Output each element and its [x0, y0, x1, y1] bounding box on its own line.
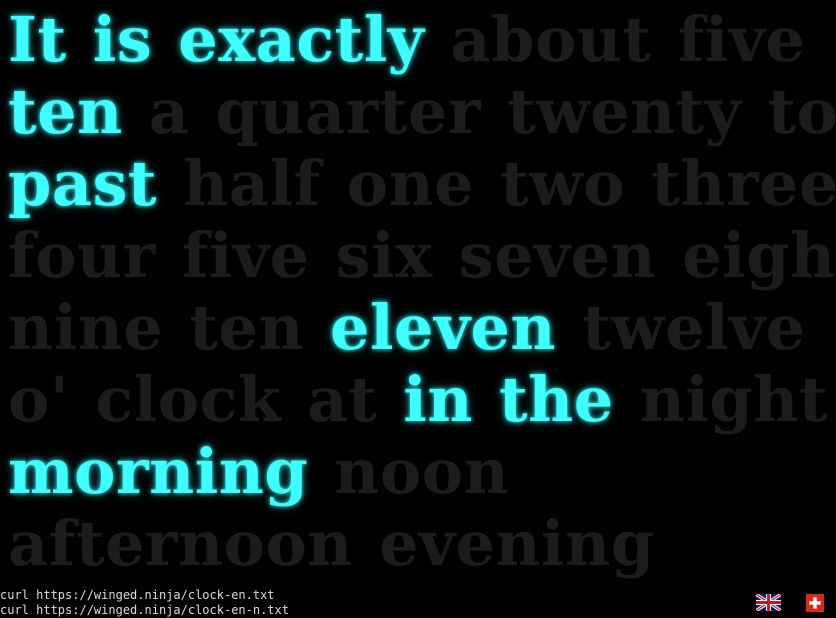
clock-word: six — [335, 219, 433, 292]
clock-word: seven — [458, 219, 657, 292]
clock-word: about — [450, 3, 652, 76]
clock-word: one — [346, 147, 475, 220]
clock-word-active: eleven — [330, 291, 557, 364]
clock-word-active: It is exactly — [8, 3, 425, 76]
uk-flag-icon[interactable] — [755, 592, 782, 616]
clock-word: two — [500, 147, 626, 220]
clock-word: nine — [8, 291, 164, 364]
clock-line: o' clock at in the night — [8, 364, 834, 436]
clock-line: morning noon — [8, 436, 834, 508]
clock-word: evening — [379, 507, 655, 580]
swiss-flag-icon[interactable] — [806, 594, 824, 617]
clock-line: afternoon evening — [8, 508, 834, 580]
clock-word: noon — [334, 435, 510, 508]
clock-line: ten a quarter twenty to — [8, 75, 836, 148]
clock-line: past half one two three — [8, 147, 836, 220]
clock-word-active: ten — [8, 75, 123, 148]
clock-word: at — [307, 363, 378, 436]
word-clock: It is exactly about five ten a quarter tw… — [8, 4, 836, 580]
clock-line: nine ten eleven twelve — [8, 292, 834, 364]
clock-word: afternoon — [8, 507, 353, 580]
clock-word-active: morning — [8, 435, 309, 508]
clock-word: four — [8, 219, 156, 292]
clock-word: night — [639, 363, 828, 436]
clock-word: o' clock — [8, 363, 282, 436]
clock-word: ten — [189, 291, 304, 364]
clock-word: three — [651, 147, 836, 220]
clock-word: half — [183, 147, 321, 220]
language-switcher — [0, 592, 836, 617]
clock-word: eight — [682, 219, 836, 292]
clock-word-active: past — [8, 147, 158, 220]
clock-line: It is exactly about five — [8, 4, 834, 76]
clock-word: five — [181, 219, 310, 292]
clock-word: twenty — [507, 75, 742, 148]
clock-word-active: in the — [403, 363, 614, 436]
clock-word: twelve — [582, 291, 806, 364]
clock-word: to — [767, 75, 836, 148]
clock-word: five — [677, 3, 806, 76]
clock-word: a quarter — [148, 75, 482, 148]
clock-line: four five six seven eight — [8, 219, 836, 292]
